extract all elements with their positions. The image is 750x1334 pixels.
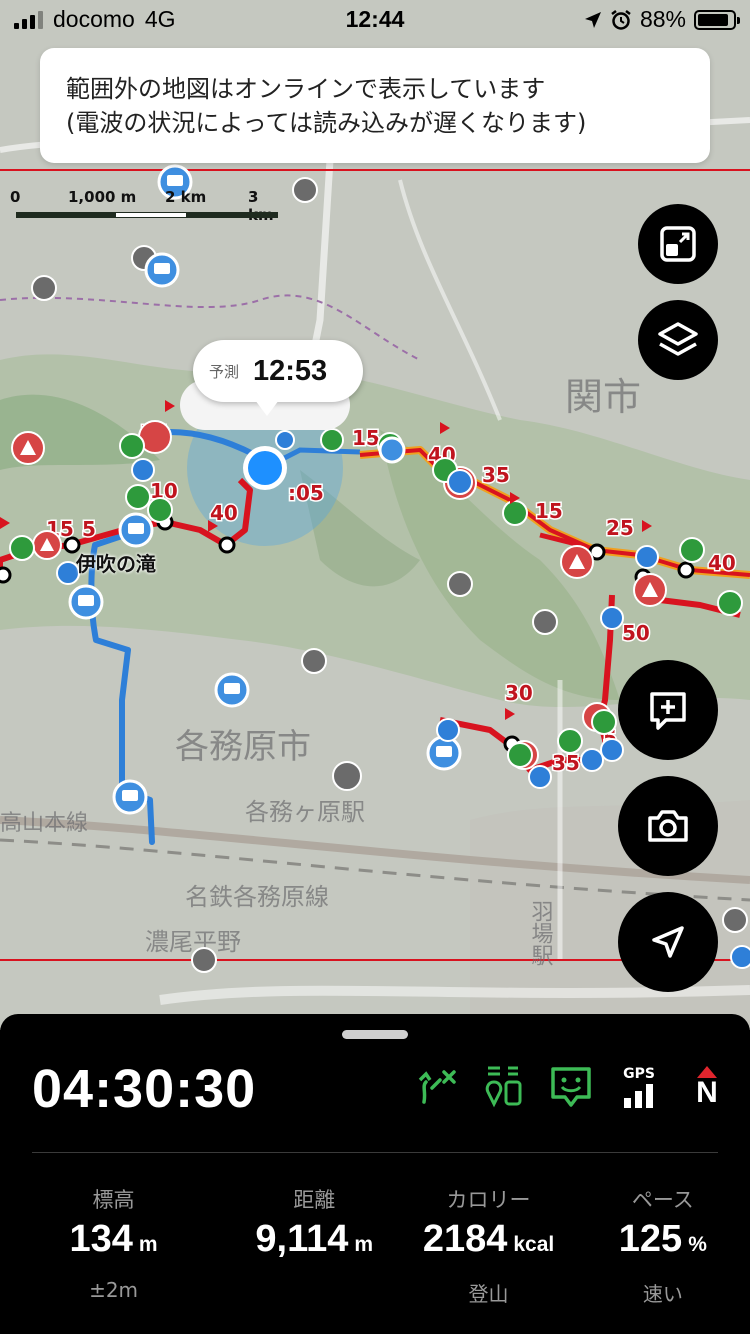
checkpoint-icon[interactable] — [480, 1064, 526, 1110]
svg-text:25: 25 — [606, 516, 634, 540]
stat-value: 125% — [576, 1218, 750, 1268]
eta-time: 12:53 — [253, 354, 328, 387]
battery-percent: 88% — [639, 6, 686, 32]
scale-bar — [16, 212, 278, 218]
navigation-arrow-icon — [652, 926, 684, 958]
activity-panel: 04:30:30 GPS N 標高 134 m ±2m 距離 9,114 m カ… — [0, 1014, 750, 1334]
stat-number: 2184 — [422, 1218, 508, 1260]
compass-label: N — [696, 1076, 718, 1109]
status-right: 88% — [584, 6, 740, 33]
battery-icon — [694, 9, 740, 30]
map-scale: 0 1,000 m 2 km 3 km — [10, 188, 280, 224]
svg-text:35: 35 — [552, 751, 580, 775]
stat-title: 距離 — [293, 1188, 336, 1212]
svg-text::05: :05 — [288, 481, 324, 505]
expand-map-button[interactable] — [638, 204, 718, 284]
map-view[interactable]: 関市 各務原市 各務ヶ原駅 名鉄各務原線 濃尾平野 高山本線 羽場駅 55104… — [0, 0, 750, 1030]
locate-me-button[interactable] — [618, 892, 718, 992]
add-note-button[interactable] — [618, 660, 718, 760]
scale-label-0: 0 — [10, 188, 21, 206]
panel-drag-handle[interactable] — [342, 1030, 408, 1039]
camera-button[interactable] — [618, 776, 718, 876]
scale-label-1000m: 1,000 m — [68, 188, 137, 206]
map-label-takayama: 高山本線 — [0, 811, 88, 836]
camera-icon — [648, 810, 688, 842]
gps-signal-icon: GPS — [616, 1064, 662, 1110]
map-label-plain: 濃尾平野 — [145, 928, 241, 956]
stat-calories: カロリー 2184 kcal 登山 — [401, 1184, 575, 1307]
stats-row: 標高 134 m ±2m 距離 9,114 m カロリー 2184 kcal 登山 ペ… — [0, 1184, 750, 1307]
map-label-haba: 羽場駅 — [528, 900, 554, 966]
svg-text:40: 40 — [708, 551, 736, 575]
map-label-station: 各務ヶ原駅 — [245, 798, 365, 826]
map-label-seki: 関市 — [565, 375, 641, 419]
layers-icon — [658, 322, 698, 356]
stat-value: 9,114 m — [227, 1218, 401, 1268]
alarm-icon — [611, 9, 631, 30]
map-label-kakamigahara: 各務原市 — [175, 727, 311, 767]
svg-text:35: 35 — [482, 463, 510, 487]
stat-pace: ペース 125% 速い — [576, 1184, 750, 1307]
svg-text:50: 50 — [622, 621, 650, 645]
place-label: 伊吹の滝 — [76, 552, 156, 576]
stat-unit: m — [138, 1233, 158, 1256]
eta-label: 予測 — [209, 362, 240, 381]
route-off-icon[interactable] — [412, 1064, 458, 1110]
scale-label-2km: 2 km — [165, 188, 207, 206]
stat-value: 2184 kcal — [401, 1218, 575, 1268]
status-bar: docomo 4G 12:44 88% — [0, 0, 750, 40]
map-label-line: 名鉄各務原線 — [185, 883, 329, 911]
stat-number: 125 — [618, 1218, 683, 1260]
stat-unit: % — [688, 1233, 707, 1256]
status-icons: GPS N — [412, 1064, 730, 1110]
stat-sub: ±2m — [89, 1278, 139, 1302]
offline-map-notice: 範囲外の地図はオンラインで表示しています (電波の状況によっては読み込みが遅くな… — [40, 48, 710, 163]
panel-divider — [32, 1152, 718, 1153]
add-note-icon — [650, 692, 686, 730]
notice-line-1: 範囲外の地図はオンラインで表示しています — [66, 75, 546, 103]
elapsed-timer: 04:30:30 — [32, 1059, 257, 1119]
expand-icon — [660, 226, 696, 262]
stat-unit: m — [354, 1233, 374, 1256]
stat-title: カロリー — [446, 1188, 531, 1212]
map-layers-button[interactable] — [638, 300, 718, 380]
stat-elevation: 標高 134 m ±2m — [0, 1184, 227, 1307]
stat-sub: 速い — [642, 1282, 683, 1306]
svg-text:40: 40 — [210, 501, 238, 525]
notice-line-2: (電波の状況によっては読み込みが遅くなります) — [66, 109, 587, 137]
smile-chat-icon[interactable] — [548, 1064, 594, 1110]
stat-distance: 距離 9,114 m — [227, 1184, 401, 1307]
svg-text:5: 5 — [82, 517, 96, 541]
scale-label-3km: 3 km — [248, 188, 274, 224]
stat-sub: 登山 — [468, 1282, 509, 1306]
compass-north-icon[interactable]: N — [684, 1064, 730, 1110]
svg-text:30: 30 — [505, 681, 533, 705]
eta-popup[interactable]: 予測 12:53 — [193, 340, 363, 416]
stat-unit: kcal — [513, 1233, 555, 1256]
stat-title: ペース — [631, 1188, 694, 1212]
stat-value: 134 m — [0, 1218, 227, 1268]
stat-title: 標高 — [92, 1188, 135, 1212]
svg-text:15: 15 — [352, 426, 380, 450]
stat-number: 134 — [69, 1218, 133, 1260]
gps-label: GPS — [623, 1066, 655, 1082]
svg-text:15: 15 — [535, 499, 563, 523]
stat-number: 9,114 — [255, 1218, 349, 1260]
location-arrow-icon — [584, 11, 601, 28]
